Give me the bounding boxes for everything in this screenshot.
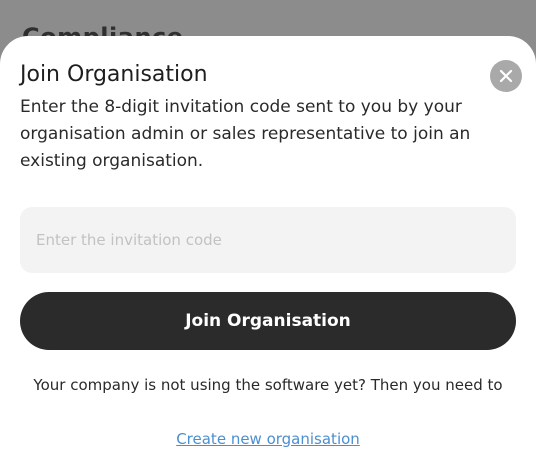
screen: Compliance Join Organisation Enter the 8… bbox=[0, 0, 536, 454]
close-icon bbox=[499, 69, 513, 83]
join-organisation-sheet: Join Organisation Enter the 8-digit invi… bbox=[0, 36, 536, 454]
dialog-description: Enter the 8-digit invitation code sent t… bbox=[20, 97, 471, 171]
invitation-code-input[interactable] bbox=[20, 207, 516, 273]
dialog-title: Join Organisation bbox=[20, 62, 208, 87]
footer-text: Your company is not using the software y… bbox=[33, 376, 503, 394]
join-organisation-button[interactable]: Join Organisation bbox=[20, 292, 516, 350]
create-new-organisation-link[interactable]: Create new organisation bbox=[176, 430, 360, 448]
close-button[interactable] bbox=[490, 60, 522, 92]
create-link-container: Create new organisation bbox=[20, 428, 516, 450]
